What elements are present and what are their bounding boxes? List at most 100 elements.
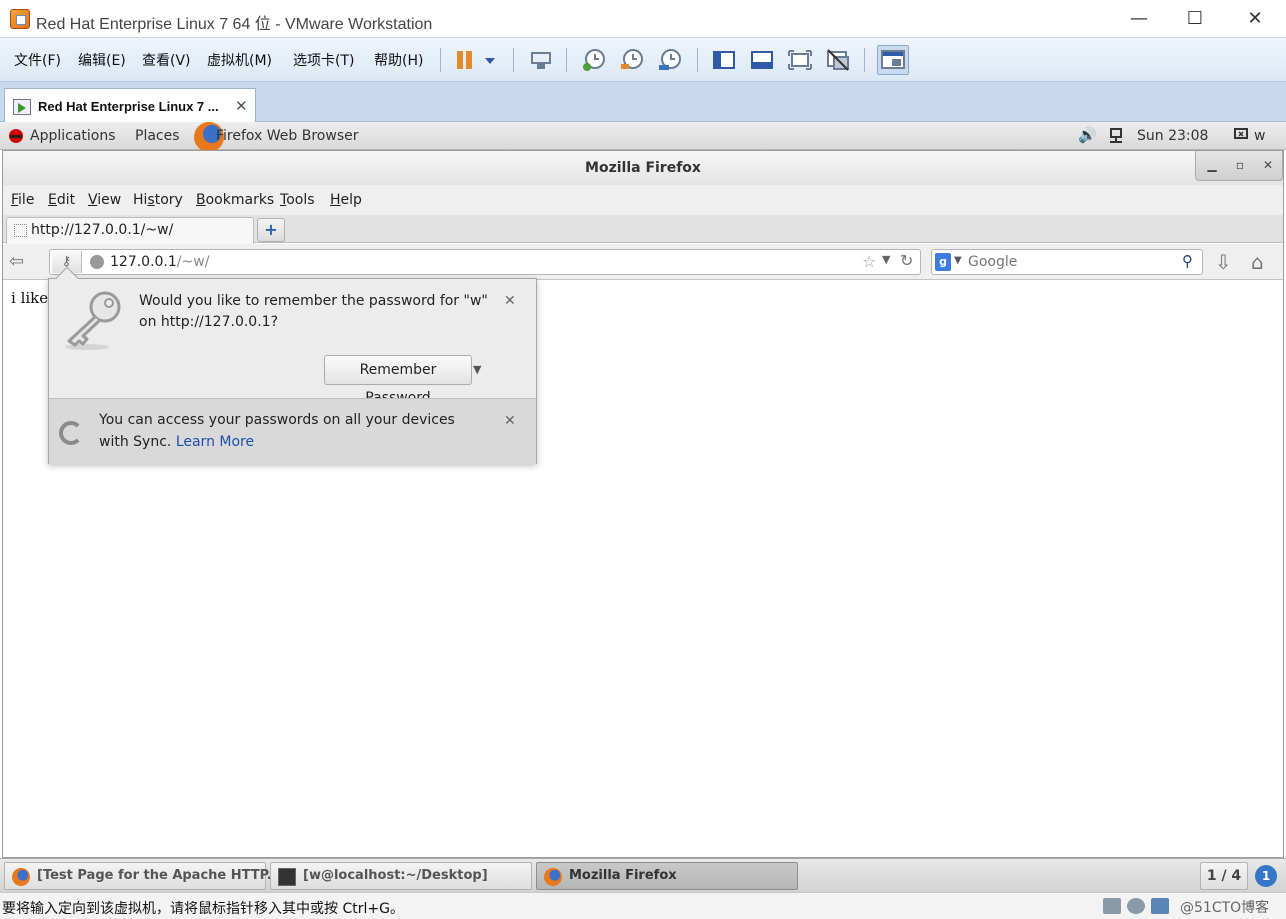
firefox-menubar: File Edit View History Bookmarks Tools H…: [3, 185, 1283, 215]
ff-menu-tools[interactable]: Tools: [280, 192, 315, 208]
home-icon[interactable]: ⌂: [1251, 250, 1264, 274]
page-favicon-icon: [14, 224, 27, 237]
ff-menu-file[interactable]: File: [11, 192, 34, 208]
vm-tab[interactable]: Red Hat Enterprise Linux 7 ... ✕: [4, 88, 256, 122]
password-save-popup: Would you like to remember the password …: [48, 266, 537, 464]
clock[interactable]: Sun 23:08: [1137, 128, 1208, 144]
close-icon[interactable]: ✕: [504, 413, 516, 429]
menu-view[interactable]: 查看(V): [142, 50, 191, 70]
vmware-menubar: 文件(F) 编辑(E) 查看(V) 虚拟机(M) 选项卡(T) 帮助(H): [0, 38, 1286, 82]
toolbar-separator: [440, 48, 441, 72]
download-icon[interactable]: ⇩: [1215, 250, 1232, 274]
firefox-icon: [12, 868, 30, 886]
menu-edit[interactable]: 编辑(E): [78, 50, 126, 70]
snapshot-take-icon[interactable]: [581, 47, 607, 73]
menu-tabs[interactable]: 选项卡(T): [293, 50, 354, 70]
firefox-close-button[interactable]: ✕: [1256, 155, 1280, 175]
password-prompt-message: Would you like to remember the password …: [139, 293, 488, 330]
task-apache-test-page[interactable]: [Test Page for the Apache HTTP...: [4, 862, 282, 890]
menu-file[interactable]: 文件(F): [14, 50, 61, 70]
ff-menu-history[interactable]: History: [133, 192, 183, 208]
search-input[interactable]: [968, 252, 1178, 272]
close-button[interactable]: ✕: [1232, 6, 1278, 32]
learn-more-link[interactable]: Learn More: [176, 434, 254, 450]
volume-icon[interactable]: 🔊: [1078, 126, 1097, 144]
firefox-minimize-button[interactable]: ▁: [1200, 155, 1224, 175]
toolbar-separator: [566, 48, 567, 72]
firefox-window: Mozilla Firefox ▁ ▫ ✕ File Edit View His…: [2, 150, 1284, 858]
firefox-window-controls: ▁ ▫ ✕: [1195, 151, 1283, 181]
close-icon[interactable]: ✕: [504, 293, 516, 309]
task-terminal[interactable]: [w@localhost:~/Desktop]: [270, 862, 532, 890]
snapshot-revert-icon[interactable]: [619, 47, 645, 73]
cd-drive-icon[interactable]: [1127, 898, 1145, 914]
firefox-maximize-button[interactable]: ▫: [1228, 155, 1252, 175]
task-label: Mozilla Firefox: [569, 868, 677, 883]
gnome-window-list: [Test Page for the Apache HTTP... [w@loc…: [0, 858, 1286, 892]
thumbnail-view-icon[interactable]: [749, 47, 775, 73]
task-label: [w@localhost:~/Desktop]: [303, 868, 488, 883]
vmware-tabbar: Red Hat Enterprise Linux 7 ... ✕: [0, 82, 1286, 122]
vmware-titlebar: Red Hat Enterprise Linux 7 64 位 - VMware…: [0, 0, 1286, 38]
console-view-icon[interactable]: [877, 45, 909, 75]
firefox-tabstrip: http://127.0.0.1/~w/ +: [3, 215, 1283, 244]
task-firefox[interactable]: Mozilla Firefox: [536, 862, 798, 890]
sync-icon: [59, 421, 83, 445]
search-icon[interactable]: ⚲: [1182, 252, 1193, 270]
minimize-button[interactable]: —: [1116, 6, 1162, 32]
menu-help[interactable]: 帮助(H): [374, 50, 423, 70]
places-menu[interactable]: Places: [135, 128, 180, 144]
url-text[interactable]: 127.0.0.1/~w/: [110, 254, 209, 270]
vmware-window-title: Red Hat Enterprise Linux 7 64 位 - VMware…: [36, 16, 433, 33]
firefox-navbar: ⇦ ⚷ 127.0.0.1/~w/ ☆ ▼ ↻ g ▼ ⚲ ⇩ ⌂: [3, 244, 1283, 280]
toolbar-separator: [864, 48, 865, 72]
firefox-tab-label: http://127.0.0.1/~w/: [31, 222, 174, 238]
new-tab-button[interactable]: +: [257, 218, 285, 242]
sync-message: You can access your passwords on all you…: [99, 412, 455, 450]
bookmark-star-icon[interactable]: ☆: [862, 252, 876, 271]
firefox-launcher[interactable]: Firefox Web Browser: [216, 128, 359, 144]
gnome-top-bar: Applications Places Firefox Web Browser …: [0, 122, 1286, 152]
task-label: [Test Page for the Apache HTTP...: [37, 868, 282, 883]
status-message: 要将输入定向到该虚拟机，请将鼠标指针移入其中或按 Ctrl+G。: [2, 901, 404, 917]
toolbar-separator: [513, 48, 514, 72]
network-adapter-icon[interactable]: [1151, 898, 1169, 914]
chevron-down-icon[interactable]: ▼: [473, 363, 481, 376]
ff-menu-view[interactable]: View: [88, 192, 121, 208]
terminal-icon: [278, 868, 296, 886]
search-engine-dropdown-icon[interactable]: ▼: [954, 255, 962, 266]
firefox-tab[interactable]: http://127.0.0.1/~w/: [6, 217, 254, 244]
ff-menu-help[interactable]: Help: [330, 192, 362, 208]
watermark: @51CTO博客: [1180, 900, 1270, 916]
ff-menu-bookmarks[interactable]: Bookmarks: [196, 192, 274, 208]
network-icon[interactable]: [1109, 128, 1123, 144]
reload-icon[interactable]: ↻: [900, 251, 913, 270]
notification-icon[interactable]: 1: [1255, 865, 1277, 887]
url-dropdown-icon[interactable]: ▼: [882, 253, 890, 266]
remember-password-button[interactable]: Remember Password: [324, 355, 472, 406]
firefox-titlebar: Mozilla Firefox ▁ ▫ ✕: [3, 151, 1283, 185]
hard-disk-icon[interactable]: [1103, 898, 1121, 914]
user-menu[interactable]: w: [1254, 128, 1265, 144]
fullscreen-icon[interactable]: [787, 47, 813, 73]
pause-dropdown-icon[interactable]: [482, 47, 498, 73]
send-keys-icon[interactable]: [528, 47, 554, 73]
pause-icon[interactable]: [453, 47, 479, 73]
applications-menu[interactable]: Applications: [30, 128, 116, 144]
library-view-icon[interactable]: [711, 47, 737, 73]
firefox-icon: [544, 868, 562, 886]
ff-menu-edit[interactable]: Edit: [48, 192, 75, 208]
globe-icon: [90, 255, 104, 269]
url-bar[interactable]: ⚷ 127.0.0.1/~w/ ☆ ▼ ↻: [49, 249, 921, 275]
vm-tab-close-icon[interactable]: ✕: [235, 97, 248, 115]
workspace-indicator[interactable]: 1 / 4: [1200, 862, 1248, 890]
search-box[interactable]: g ▼ ⚲: [931, 249, 1203, 275]
google-engine-icon[interactable]: g: [935, 253, 951, 271]
maximize-button[interactable]: ☐: [1172, 6, 1218, 32]
back-arrow-icon[interactable]: ⇦: [9, 251, 35, 273]
unity-icon[interactable]: [825, 47, 851, 73]
firefox-window-title: Mozilla Firefox: [585, 160, 701, 176]
snapshot-manager-icon[interactable]: [657, 47, 683, 73]
menu-vm[interactable]: 虚拟机(M): [207, 50, 272, 70]
user-icon[interactable]: [1234, 128, 1250, 142]
